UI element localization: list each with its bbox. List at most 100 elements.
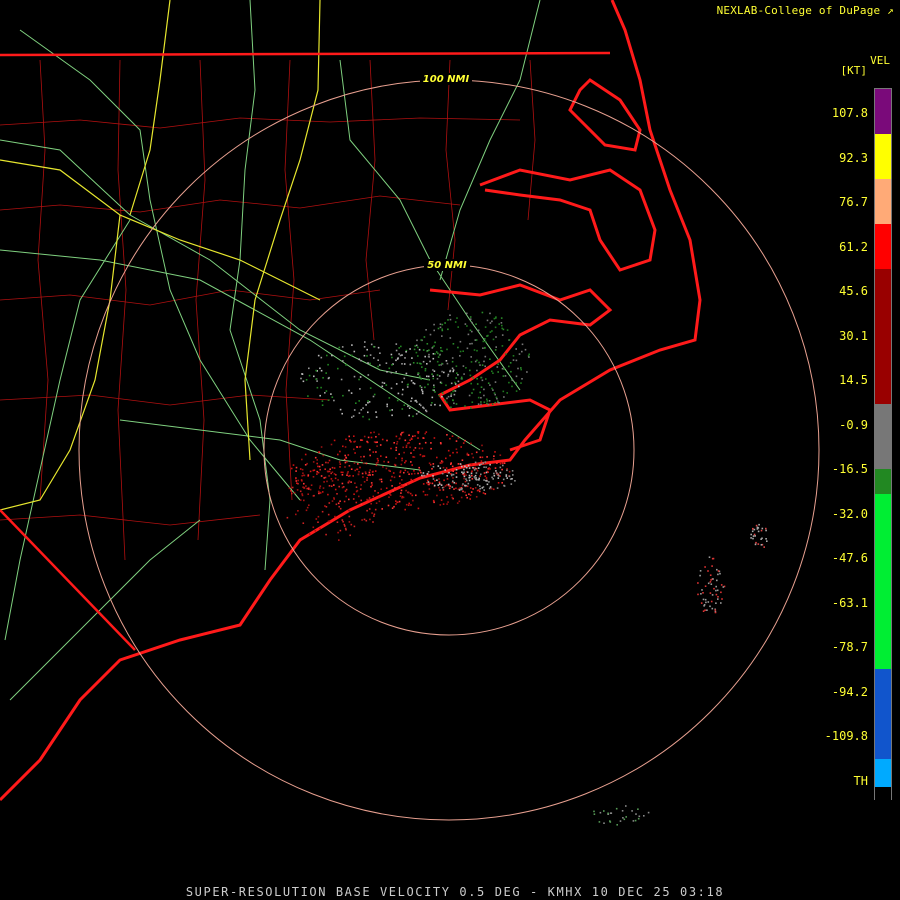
ring-label-50: 50 NMI: [427, 260, 467, 271]
echo-pixel: [704, 598, 707, 601]
echo-pixel: [306, 487, 308, 490]
echo-pixel: [481, 487, 484, 489]
echo-pixel: [503, 462, 506, 464]
echo-pixel: [317, 354, 320, 357]
echo-pixel: [430, 404, 432, 406]
echo-pixel: [410, 379, 413, 382]
echo-pixel: [328, 502, 331, 504]
echo-pixel: [341, 412, 343, 415]
echo-pixel: [423, 336, 426, 338]
echo-pixel: [443, 371, 445, 374]
echo-pixel: [711, 557, 714, 560]
echo-pixel: [407, 442, 409, 445]
echo-pixel: [379, 352, 381, 354]
echo-pixel: [329, 468, 331, 470]
echo-pixel: [303, 474, 306, 477]
product-caption: SUPER-RESOLUTION BASE VELOCITY 0.5 DEG -…: [185, 885, 725, 899]
echo-pixel: [707, 582, 710, 585]
echo-pixel: [371, 474, 374, 476]
echo-pixel: [478, 479, 480, 481]
echo-pixel: [295, 477, 297, 480]
echo-pixel: [394, 487, 396, 489]
echo-pixel: [488, 481, 490, 483]
echo-pixel: [495, 346, 497, 348]
echo-pixel: [389, 479, 392, 482]
echo-pixel: [393, 463, 396, 466]
echo-pixel: [400, 485, 402, 487]
echo-pixel: [709, 581, 712, 583]
echo-pixel: [368, 508, 371, 510]
echo-pixel: [451, 486, 454, 488]
echo-pixel: [467, 454, 470, 456]
echo-pixel: [408, 491, 410, 494]
echo-pixel: [354, 452, 356, 454]
echo-pixel: [481, 364, 484, 366]
echo-pixel: [449, 470, 452, 472]
echo-pixel: [410, 461, 412, 463]
echo-pixel: [331, 480, 334, 482]
echo-pixel: [305, 509, 308, 512]
echo-pixel: [491, 370, 493, 373]
echo-pixel: [315, 378, 317, 381]
echo-pixel: [346, 472, 349, 475]
echo-pixel: [496, 472, 498, 474]
echo-pixel: [491, 387, 493, 390]
echo-pixel: [497, 474, 499, 476]
echo-pixel: [339, 529, 342, 532]
echo-pixel: [598, 821, 601, 823]
echo-pixel: [327, 513, 330, 516]
echo-pixel: [434, 341, 436, 344]
echo-pixel: [369, 454, 371, 457]
echo-pixel: [710, 579, 712, 581]
echo-pixel: [528, 353, 530, 356]
echo-pixel: [457, 463, 460, 465]
echo-pixel: [469, 318, 472, 320]
echo-pixel: [505, 475, 508, 477]
echo-pixel: [521, 350, 523, 353]
echo-pixel: [449, 314, 451, 316]
echo-pixel: [501, 324, 503, 327]
echo-pixel: [468, 479, 471, 482]
echo-pixel: [321, 404, 324, 406]
echo-pixel: [476, 489, 479, 492]
echo-pixel: [395, 383, 398, 385]
echo-pixel: [397, 357, 399, 359]
echo-pixel: [328, 475, 330, 477]
echo-pixel: [461, 378, 463, 380]
echo-pixel: [471, 478, 474, 480]
echo-pixel: [295, 480, 298, 482]
echo-pixel: [415, 413, 418, 415]
echo-pixel: [429, 333, 432, 336]
echo-pixel: [334, 488, 337, 491]
echo-pixel: [343, 500, 346, 503]
echo-pixel: [407, 383, 409, 386]
echo-pixel: [365, 404, 367, 406]
echo-pixel: [339, 507, 342, 510]
echo-pixel: [325, 390, 328, 392]
echo-pixel: [445, 457, 447, 460]
echo-pixel: [391, 409, 393, 411]
echo-pixel: [509, 362, 512, 364]
echo-pixel: [432, 369, 434, 371]
echo-pixel: [520, 367, 522, 369]
echo-pixel: [483, 394, 485, 397]
echo-pixel: [486, 456, 488, 458]
echo-pixel: [469, 498, 471, 500]
echo-pixel: [363, 481, 366, 483]
echo-pixel: [402, 486, 404, 488]
echo-pixel: [375, 436, 377, 438]
echo-pixel: [470, 356, 472, 358]
echo-pixel: [365, 462, 368, 465]
legend-swatch: [875, 269, 891, 404]
echo-pixel: [310, 484, 313, 486]
radar-map: 50 NMI 100 NMI: [0, 0, 820, 826]
echo-pixel: [458, 489, 461, 491]
echo-pixel: [441, 392, 444, 394]
echo-pixel: [347, 471, 349, 473]
echo-pixel: [398, 475, 401, 478]
echo-pixel: [423, 407, 425, 410]
echo-pixel: [466, 471, 469, 473]
echo-pixel: [481, 379, 484, 382]
echo-pixel: [472, 377, 474, 379]
echo-pixel: [293, 491, 296, 494]
